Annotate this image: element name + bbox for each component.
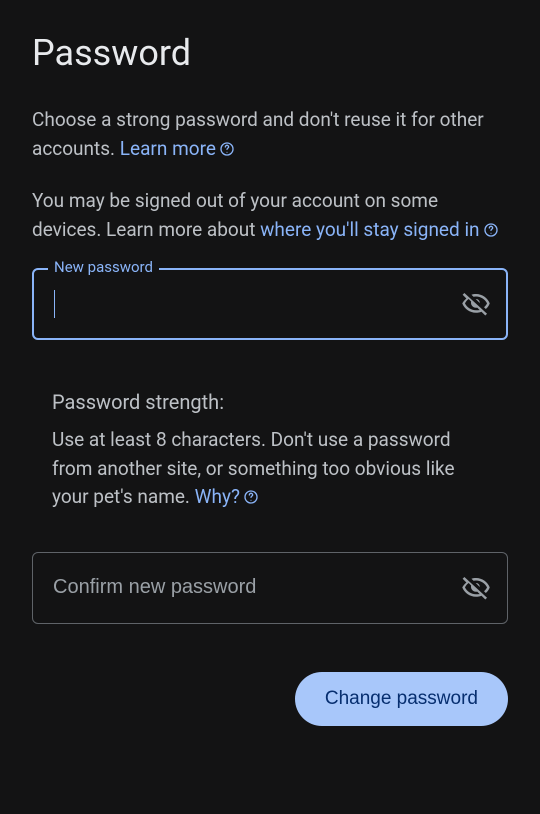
toggle-visibility-button[interactable]: [458, 286, 494, 322]
learn-more-link[interactable]: Learn more: [120, 137, 236, 160]
why-link[interactable]: Why?: [195, 485, 260, 508]
help-icon: [482, 221, 500, 239]
help-icon: [242, 488, 260, 506]
confirm-password-field: [32, 552, 508, 624]
toggle-visibility-button[interactable]: [458, 570, 494, 606]
password-strength-section: Password strength: Use at least 8 charac…: [32, 390, 508, 512]
new-password-field: New password: [32, 268, 508, 340]
strength-title: Password strength:: [52, 390, 488, 414]
intro-body: Choose a strong password and don't reuse…: [32, 108, 484, 160]
eye-off-icon: [461, 289, 491, 319]
new-password-label: New password: [48, 258, 159, 276]
change-password-button[interactable]: Change password: [295, 672, 508, 726]
confirm-password-input[interactable]: [32, 552, 508, 624]
stay-signed-in-link[interactable]: where you'll stay signed in: [260, 218, 499, 241]
new-password-input[interactable]: [32, 268, 508, 340]
text-caret: [54, 290, 55, 318]
eye-off-icon: [461, 573, 491, 603]
intro-text: Choose a strong password and don't reuse…: [32, 106, 508, 163]
actions-row: Change password: [32, 672, 508, 726]
page-title: Password: [32, 32, 508, 74]
strength-body: Use at least 8 characters. Don't use a p…: [52, 426, 488, 512]
help-icon: [218, 140, 236, 158]
signout-notice: You may be signed out of your account on…: [32, 187, 508, 244]
